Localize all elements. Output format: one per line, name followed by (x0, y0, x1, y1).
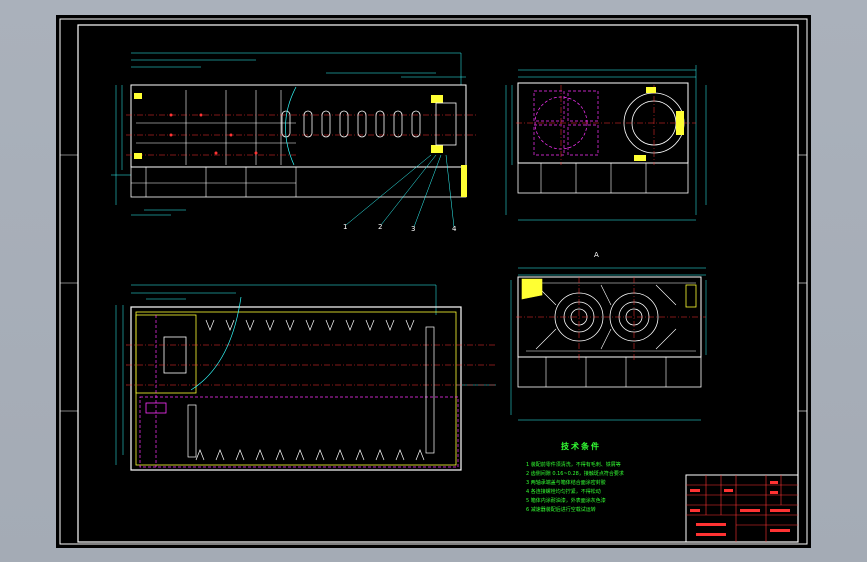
cad-viewport[interactable]: 1 2 3 4 A 技术条件 1 装配前零件须清洗，不得有毛刺、铁屑等 2 齿侧… (0, 0, 867, 562)
leader-label-1: 1 (343, 223, 348, 231)
title-block (685, 474, 799, 543)
drawing-sheet[interactable]: 1 2 3 4 A 技术条件 1 装配前零件须清洗，不得有毛刺、铁屑等 2 齿侧… (56, 15, 811, 548)
top-view (115, 284, 496, 471)
front-dimensions (111, 52, 466, 216)
note-line-4: 4 各连接螺栓均匀拧紧，不得松动 (526, 489, 601, 495)
front-view (111, 52, 476, 228)
note-line-1: 1 装配前零件须清洗，不得有毛刺、铁屑等 (526, 462, 621, 468)
leader-label-4: 4 (452, 225, 457, 233)
leader-label-3: 3 (411, 225, 416, 233)
notes-title: 技术条件 (561, 442, 601, 451)
note-line-5: 5 箱体内涂耐油漆，外表面涂灰色漆 (526, 498, 606, 504)
note-line-3: 3 两轴承端盖与箱体结合面涂密封胶 (526, 480, 606, 486)
note-line-2: 2 齿侧间隙 0.16~0.28，接触斑点符合要求 (526, 471, 624, 477)
end-view (510, 267, 707, 421)
cad-drawing (59, 18, 808, 545)
note-line-6: 6 减速器装配后进行空载试运转 (526, 507, 596, 513)
leader-label-2: 2 (378, 223, 383, 231)
section-mark-a: A (594, 251, 599, 259)
side-view (505, 65, 707, 221)
